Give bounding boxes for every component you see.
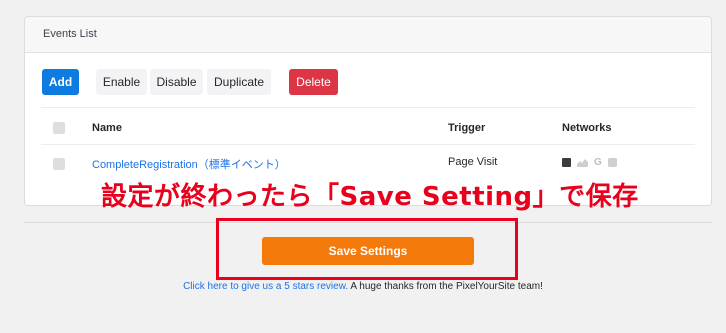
- duplicate-button[interactable]: Duplicate: [207, 69, 271, 95]
- facebook-icon: [562, 158, 571, 167]
- column-header-trigger: Trigger: [448, 122, 486, 134]
- add-button[interactable]: Add: [42, 69, 79, 95]
- event-trigger: Page Visit: [448, 156, 498, 168]
- save-settings-button[interactable]: Save Settings: [262, 237, 474, 265]
- table-top-divider: [41, 107, 695, 108]
- analytics-icon: [577, 158, 588, 167]
- google-icon: G: [594, 157, 602, 168]
- select-all-checkbox[interactable]: [53, 122, 65, 134]
- network-icons: G: [562, 157, 617, 168]
- column-header-networks: Networks: [562, 122, 612, 134]
- review-link[interactable]: Click here to give us a 5 stars review.: [183, 281, 348, 292]
- column-header-name: Name: [92, 122, 122, 134]
- row-checkbox[interactable]: [53, 158, 65, 170]
- delete-button[interactable]: Delete: [289, 69, 338, 95]
- disable-button[interactable]: Disable: [150, 69, 203, 95]
- table-header-divider: [41, 144, 695, 145]
- pinterest-icon: [607, 158, 617, 167]
- footer-note: Click here to give us a 5 stars review. …: [0, 281, 726, 292]
- event-name-link[interactable]: CompleteRegistration（標準イベント）: [92, 156, 286, 172]
- instruction-annotation: 設定が終わったら「Save Setting」で保存: [101, 182, 639, 212]
- enable-button[interactable]: Enable: [96, 69, 147, 95]
- card-title: Events List: [25, 17, 711, 53]
- footer-thanks-text: A huge thanks from the PixelYourSite tea…: [348, 281, 543, 292]
